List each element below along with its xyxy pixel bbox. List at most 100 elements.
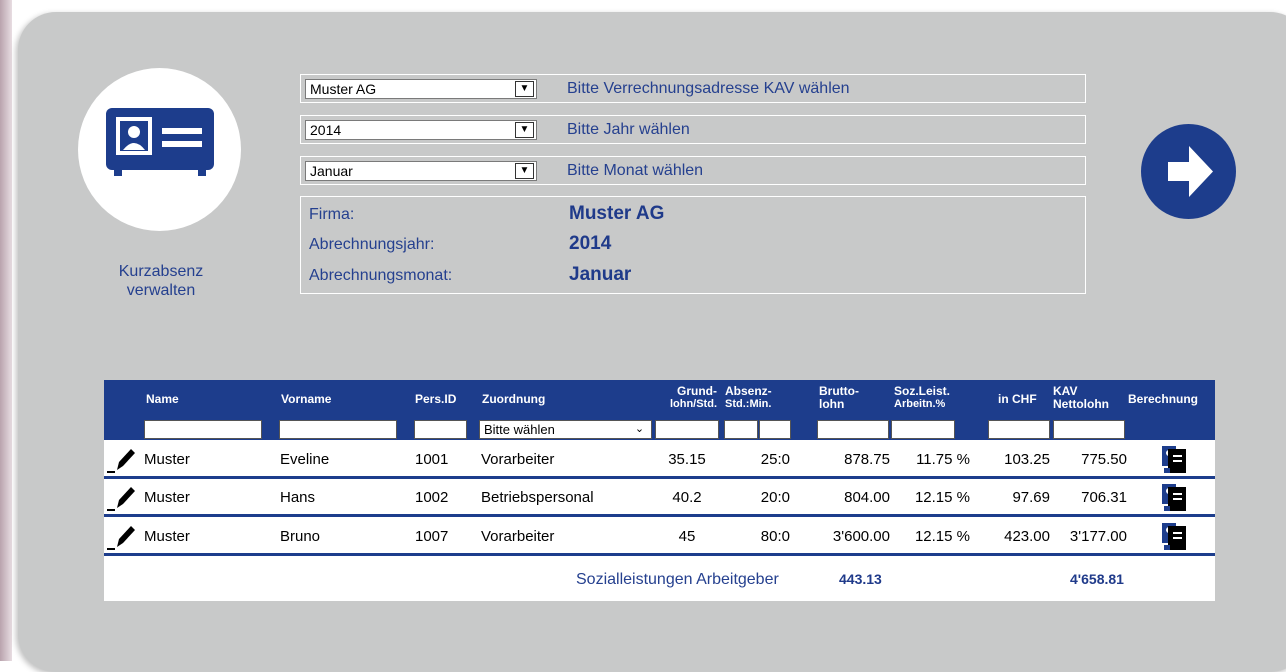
id-card-icon: [106, 108, 214, 176]
cell-in-chf: 103.25: [1004, 451, 1050, 468]
cell-brutto: 3'600.00: [832, 528, 890, 545]
cell-netto: 3'177.00: [1069, 528, 1127, 545]
arrow-right-icon: [1168, 146, 1213, 197]
cell-vorname: Bruno: [280, 528, 321, 545]
calculation-icon[interactable]: [1162, 523, 1186, 550]
address-select-row: Muster AG ▼ Bitte Verrechnungsadresse KA…: [300, 74, 1086, 103]
edit-pencil-icon[interactable]: [107, 484, 137, 512]
cell-grundlohn: 40.2: [672, 489, 702, 506]
header-absenz[interactable]: Absenz- Std.:Min.: [725, 385, 772, 411]
cell-grundlohn: 35.15: [668, 451, 706, 468]
header-berechnung[interactable]: Berechnung: [1128, 393, 1198, 406]
employee-table: Name Vorname Pers.ID Zuordnung Grund- lo…: [104, 380, 1215, 601]
header-name[interactable]: Name: [146, 393, 179, 406]
header-sozleist[interactable]: Soz.Leist. Arbeitn.%: [894, 385, 950, 411]
cell-zuordnung: Vorarbeiter: [481, 451, 555, 468]
netto-total: 4'658.81: [1070, 571, 1124, 587]
chevron-down-icon[interactable]: ▼: [515, 163, 534, 179]
header-kav-nettolohn[interactable]: KAV Nettolohn: [1053, 385, 1109, 411]
header-sozleist-line2: Arbeitn.%: [894, 398, 946, 410]
cell-sozleist: 12.15 %: [914, 528, 970, 545]
cell-zuordnung: Vorarbeiter: [481, 528, 555, 545]
filter-absenz-std-input[interactable]: [724, 420, 758, 439]
filter-netto-input[interactable]: [1053, 420, 1125, 439]
cell-zuordnung: Betriebspersonal: [481, 489, 594, 506]
month-select-row: Januar ▼ Bitte Monat wählen: [300, 156, 1086, 185]
header-grundlohn-line2: lohn/Std.: [669, 398, 717, 410]
filter-name-input[interactable]: [144, 420, 262, 439]
cell-vorname: Hans: [280, 489, 316, 506]
address-select-label: Bitte Verrechnungsadresse KAV wählen: [567, 80, 850, 97]
month-select[interactable]: Januar ▼: [305, 161, 537, 181]
filter-zuordnung-select[interactable]: Bitte wählen ⌄: [479, 420, 652, 439]
filter-vorname-input[interactable]: [279, 420, 397, 439]
cell-sozleist: 11.75 %: [916, 451, 970, 468]
filter-persid-input[interactable]: [414, 420, 467, 439]
month-select-value: Januar: [310, 163, 353, 179]
header-sozleist-line1: Soz.Leist.: [894, 384, 951, 398]
table-row[interactable]: Muster Hans 1002 Betriebspersonal 40.2 2…: [104, 479, 1215, 517]
cell-persid: 1002: [415, 489, 449, 506]
year-select[interactable]: 2014 ▼: [305, 120, 537, 140]
filter-sozleist-input[interactable]: [891, 420, 955, 439]
jahr-value: 2014: [569, 233, 612, 254]
kurzabsenz-verwalten-label[interactable]: Kurzabsenz verwalten: [95, 262, 227, 300]
header-brutto-line2: lohn: [819, 397, 845, 411]
header-brutto[interactable]: Brutto- lohn: [819, 385, 859, 411]
month-select-label: Bitte Monat wählen: [567, 162, 704, 179]
edit-pencil-icon[interactable]: [107, 523, 137, 551]
header-vorname[interactable]: Vorname: [281, 393, 331, 406]
cell-sozleist: 12.15 %: [914, 489, 970, 506]
monat-label: Abrechnungsmonat:: [309, 267, 453, 284]
filter-absenz-min-input[interactable]: [759, 420, 791, 439]
cell-vorname: Eveline: [280, 451, 330, 468]
table-row[interactable]: Muster Eveline 1001 Vorarbeiter 35.15 25…: [104, 441, 1215, 479]
cell-grundlohn: 45: [678, 528, 696, 545]
selection-summary-box: Firma: Muster AG Abrechnungsjahr: 2014 A…: [300, 196, 1086, 294]
cell-absenz: 80:0: [760, 528, 790, 545]
cell-absenz: 25:0: [760, 451, 790, 468]
address-select[interactable]: Muster AG ▼: [305, 79, 537, 99]
table-row[interactable]: Muster Bruno 1007 Vorarbeiter 45 80:0 3'…: [104, 518, 1215, 556]
calculation-icon[interactable]: [1162, 484, 1186, 511]
year-select-label: Bitte Jahr wählen: [567, 121, 690, 138]
cell-in-chf: 97.69: [1012, 489, 1050, 506]
header-persid[interactable]: Pers.ID: [415, 393, 456, 406]
header-grundlohn-line1: Grund-: [677, 384, 717, 398]
header-in-chf[interactable]: in CHF: [998, 393, 1037, 406]
monat-value: Januar: [569, 264, 632, 285]
year-select-value: 2014: [310, 122, 342, 138]
filter-grundlohn-input[interactable]: [655, 420, 719, 439]
left-edge-strip: [0, 0, 12, 661]
sozialleistungen-label: Sozialleistungen Arbeitgeber: [576, 571, 779, 588]
header-kav-line2: Nettolohn: [1053, 397, 1109, 411]
header-zuordnung[interactable]: Zuordnung: [482, 393, 545, 406]
filter-row: Bitte wählen ⌄: [104, 418, 1215, 440]
cell-name: Muster: [144, 489, 190, 506]
next-button[interactable]: [1141, 124, 1236, 219]
header-grundlohn[interactable]: Grund- lohn/Std.: [657, 385, 717, 411]
header-absenz-line1: Absenz-: [725, 384, 772, 398]
firma-label: Firma:: [309, 206, 355, 223]
chevron-down-icon[interactable]: ▼: [515, 122, 534, 138]
calculation-icon[interactable]: [1162, 446, 1186, 473]
filter-brutto-input[interactable]: [817, 420, 889, 439]
address-select-value: Muster AG: [310, 81, 377, 97]
cell-brutto: 804.00: [844, 489, 890, 506]
table-header: Name Vorname Pers.ID Zuordnung Grund- lo…: [104, 380, 1215, 418]
year-select-row: 2014 ▼ Bitte Jahr wählen: [300, 115, 1086, 144]
chevron-down-icon[interactable]: ▼: [515, 81, 534, 97]
cell-in-chf: 423.00: [1004, 528, 1050, 545]
edit-pencil-icon[interactable]: [107, 446, 137, 474]
row-separator: [104, 514, 1215, 517]
cell-netto: 706.31: [1081, 489, 1127, 506]
row-separator: [104, 553, 1215, 556]
cell-brutto: 878.75: [844, 451, 890, 468]
cell-name: Muster: [144, 451, 190, 468]
filter-in-chf-input[interactable]: [988, 420, 1050, 439]
jahr-label: Abrechnungsjahr:: [309, 236, 435, 253]
cell-persid: 1001: [415, 451, 449, 468]
cell-persid: 1007: [415, 528, 449, 545]
chevron-down-icon[interactable]: ⌄: [630, 422, 649, 437]
firma-value: Muster AG: [569, 203, 665, 224]
